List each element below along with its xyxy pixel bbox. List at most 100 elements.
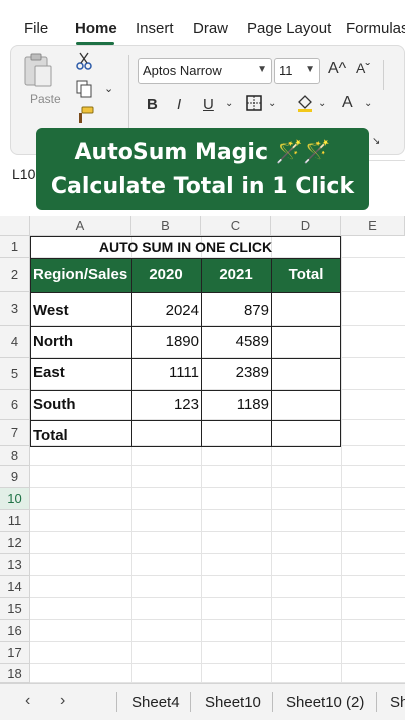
gridline	[30, 597, 405, 598]
sheet-tab[interactable]: Sh	[390, 694, 405, 711]
row-header[interactable]: 15	[0, 598, 30, 620]
row-header[interactable]: 13	[0, 554, 30, 576]
table-border	[30, 258, 341, 259]
region-cell[interactable]: East	[33, 364, 65, 381]
select-all-corner[interactable]	[0, 216, 30, 236]
row-header[interactable]: 12	[0, 532, 30, 554]
region-cell[interactable]: South	[33, 396, 76, 413]
row-header[interactable]: 4	[0, 326, 30, 358]
tab-insert[interactable]: Insert	[136, 20, 174, 37]
tab-formulas[interactable]: Formulas	[346, 20, 405, 37]
underline-dropdown-icon[interactable]: ⌄	[225, 98, 233, 109]
row-header[interactable]: 10	[0, 488, 30, 510]
sheet-tab[interactable]: Sheet4	[132, 694, 180, 711]
region-cell[interactable]: West	[33, 302, 69, 319]
table-border	[340, 236, 341, 447]
table-border	[201, 258, 202, 446]
row-header[interactable]: 11	[0, 510, 30, 532]
column-header-b[interactable]: B	[131, 216, 201, 236]
value-2021-cell[interactable]: 2389	[201, 364, 269, 381]
value-2020-cell[interactable]: 1111	[131, 364, 199, 381]
total-label-cell[interactable]: Total	[33, 427, 68, 444]
value-2021-cell[interactable]: 879	[201, 302, 269, 319]
gridline	[30, 619, 405, 620]
font-name-select[interactable]: Aptos Narrow ▼	[138, 58, 272, 84]
value-2021-cell[interactable]: 4589	[201, 333, 269, 350]
cut-icon[interactable]	[76, 52, 92, 74]
fill-color-icon[interactable]	[296, 94, 314, 116]
row-header[interactable]: 3	[0, 292, 30, 326]
format-painter-icon[interactable]	[76, 106, 94, 128]
borders-icon[interactable]	[246, 95, 262, 115]
row-header[interactable]: 7	[0, 420, 30, 446]
column-header-d[interactable]: D	[271, 216, 341, 236]
font-size-select[interactable]: 11 ▼	[274, 58, 320, 84]
fill-color-dropdown-icon[interactable]: ⌄	[318, 98, 326, 109]
name-box[interactable]: L10	[0, 160, 36, 188]
gridline	[30, 509, 405, 510]
value-2021-cell[interactable]: 1189	[201, 396, 269, 413]
row-header[interactable]: 8	[0, 446, 30, 466]
row-header[interactable]: 18	[0, 664, 30, 683]
font-color-button[interactable]: A	[342, 94, 353, 112]
sheet-tab-bar: ‹ › Sheet4 Sheet10 Sheet10 (2) Sh	[0, 683, 405, 720]
gridline	[30, 531, 405, 532]
tab-file[interactable]: File	[24, 20, 48, 37]
banner-subtitle: Calculate Total in 1 Click	[50, 174, 355, 199]
tab-page-layout[interactable]: Page Layout	[247, 20, 331, 37]
copy-icon[interactable]	[76, 80, 92, 102]
copy-dropdown-icon[interactable]: ⌄	[104, 82, 113, 95]
italic-button[interactable]: I	[177, 96, 181, 113]
header-2021[interactable]: 2021	[201, 258, 271, 292]
tab-home[interactable]: Home	[75, 20, 117, 37]
table-border	[131, 258, 132, 446]
shrink-font-button[interactable]: Aˇ	[356, 60, 370, 76]
dialog-launcher-icon[interactable]: ↘	[372, 136, 380, 147]
header-total[interactable]: Total	[271, 258, 341, 292]
row-header[interactable]: 17	[0, 642, 30, 664]
formula-bar[interactable]	[369, 160, 405, 188]
row-header[interactable]: 9	[0, 466, 30, 488]
gridline	[30, 465, 405, 466]
tab-draw[interactable]: Draw	[193, 20, 228, 37]
region-cell[interactable]: North	[33, 333, 73, 350]
bold-button[interactable]: B	[147, 96, 158, 113]
row-header[interactable]: 16	[0, 620, 30, 642]
prev-sheet-icon[interactable]: ‹	[25, 692, 30, 710]
sheet-tab[interactable]: Sheet10 (2)	[286, 694, 364, 711]
gridline	[30, 663, 405, 664]
grow-font-button[interactable]: A^	[328, 60, 346, 78]
table-border	[30, 236, 341, 237]
chevron-down-icon: ▼	[257, 64, 267, 75]
table-border	[30, 358, 341, 359]
row-header[interactable]: 1	[0, 236, 30, 258]
table-title[interactable]: AUTO SUM IN ONE CLICK	[30, 236, 341, 258]
row-header[interactable]: 14	[0, 576, 30, 598]
font-color-dropdown-icon[interactable]: ⌄	[364, 98, 372, 109]
column-header-e[interactable]: E	[341, 216, 405, 236]
value-2020-cell[interactable]: 1890	[131, 333, 199, 350]
row-header[interactable]: 2	[0, 258, 30, 292]
sheet-tab[interactable]: Sheet10	[205, 694, 261, 711]
row-header[interactable]: 5	[0, 358, 30, 390]
paste-label[interactable]: Paste	[30, 92, 61, 106]
borders-dropdown-icon[interactable]: ⌄	[268, 98, 276, 109]
font-size-value: 11	[279, 63, 293, 78]
value-2020-cell[interactable]: 2024	[131, 302, 199, 319]
title-banner: AutoSum Magic 🪄🪄 Calculate Total in 1 Cl…	[36, 128, 369, 210]
paste-icon[interactable]	[22, 52, 54, 88]
column-header-c[interactable]: C	[201, 216, 271, 236]
value-2020-cell[interactable]: 123	[131, 396, 199, 413]
table-border	[271, 258, 272, 446]
gridline	[30, 553, 405, 554]
underline-button[interactable]: U	[203, 96, 214, 113]
header-2020[interactable]: 2020	[131, 258, 201, 292]
column-header-a[interactable]: A	[30, 216, 131, 236]
next-sheet-icon[interactable]: ›	[60, 692, 65, 710]
table-border	[30, 446, 341, 447]
menu-bar: File Home Insert Draw Page Layout Formul…	[0, 0, 405, 50]
banner-title: AutoSum Magic 🪄🪄	[74, 140, 331, 165]
header-region-sales[interactable]: Region/Sales	[30, 258, 131, 292]
ribbon-separator	[383, 60, 384, 90]
row-header[interactable]: 6	[0, 390, 30, 420]
